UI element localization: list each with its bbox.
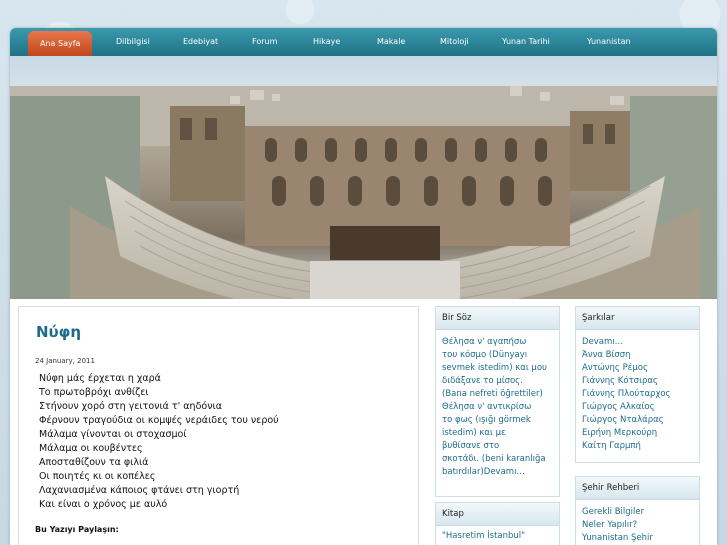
quote-line: Θέλησα ν' αγαπήσω: [442, 337, 527, 347]
poem-line: Νύφη μάς έρχεται η χαρά: [39, 373, 161, 384]
quote-line: του κόσμο (Dünyayı: [442, 350, 528, 360]
nav-item-yunan-tarihi[interactable]: Yunan Tarihi: [502, 28, 550, 56]
poem-line: Φέρνουν τραγούδια οι κομψές νεράιδες του…: [39, 415, 279, 426]
quote-devami-link[interactable]: batırdılar)Devamı…: [442, 466, 553, 479]
post-title[interactable]: Νύφη: [36, 323, 81, 341]
quote-line: istedim) και με: [442, 428, 506, 438]
guide-link[interactable]: Neler Yapılır?: [582, 519, 693, 532]
sehir-rehberi-widget: Şehir Rehberi Gerekli Bilgiler Neler Yap…: [575, 476, 700, 545]
artist-link[interactable]: Γιώργος Αλκαίος: [582, 401, 693, 414]
sehir-rehberi-title: Şehir Rehberi: [576, 477, 699, 500]
guide-link[interactable]: Yunanistan Şehir: [582, 532, 693, 545]
quote-line: βυθίσανε στο: [442, 441, 500, 451]
artist-link[interactable]: Γιάννης Πλούταρχος: [582, 388, 693, 401]
artist-link[interactable]: Ειρήνη Μερκούρη: [582, 427, 693, 440]
post-body: Νύφη μάς έρχεται η χαρά Το πρωτοβρόχι αν…: [39, 372, 279, 512]
nav-item-mitoloji[interactable]: Mitoloji: [440, 28, 469, 56]
main-navigation: Ana Sayfa Dilbilgisi Edebiyat Forum Hika…: [10, 28, 717, 56]
poem-line: Οι ποιητές κι οι κοπέλες: [39, 471, 156, 482]
bir-soz-quote: Θέλησα ν' αγαπήσω του κόσμο (Dünyayı sev…: [436, 330, 559, 485]
odeon-amphitheater-photo: [10, 56, 717, 299]
quote-line: διδάξανε το μίσος.: [442, 376, 523, 386]
post-date: 24 January, 2011: [35, 357, 95, 365]
artist-link[interactable]: Καίτη Γαρμπή: [582, 440, 693, 453]
sarkilar-title: Şarkılar: [576, 307, 699, 330]
poem-line: Και είναι ο χρόνος με αυλό: [39, 499, 168, 510]
bir-soz-title: Bir Söz: [436, 307, 559, 330]
nav-item-hikaye[interactable]: Hikaye: [313, 28, 340, 56]
poem-line: Μάλαμα οι κουβέντες: [39, 443, 143, 454]
quote-line: (Bana nefreti öğrettiler): [442, 389, 543, 399]
kitap-body: "Hasretim İstanbul": [436, 526, 559, 545]
quote-line: sevmek istedim) και μου: [442, 363, 547, 373]
share-label: Bu Yazıyı Paylaşın:: [35, 525, 119, 534]
nav-item-forum[interactable]: Forum: [252, 28, 277, 56]
sarkilar-devami-link[interactable]: Devamı…: [582, 336, 693, 349]
kitap-widget: Kitap "Hasretim İstanbul": [435, 502, 560, 545]
nav-item-yunanistan[interactable]: Yunanistan: [587, 28, 631, 56]
share-icons: [35, 538, 95, 545]
guide-link[interactable]: Gerekli Bilgiler: [582, 506, 693, 519]
poem-line: Λαχανιασμένα κάποιος φτάνει στη γιορτή: [39, 485, 240, 496]
bir-soz-widget: Bir Söz Θέλησα ν' αγαπήσω του κόσμο (Dün…: [435, 306, 560, 497]
nav-item-dilbilgisi[interactable]: Dilbilgisi: [116, 28, 150, 56]
post-article: Νύφη 24 January, 2011 Νύφη μάς έρχεται η…: [18, 306, 419, 545]
quote-line: το φως (ışığı görmek: [442, 415, 531, 425]
kitap-link[interactable]: "Hasretim İstanbul": [442, 530, 553, 543]
header-banner-image: [10, 56, 717, 299]
poem-line: Το πρωτοβρόχι ανθίζει: [39, 387, 149, 398]
poem-line: Αποσταθίζουν τα φιλιά: [39, 457, 149, 468]
nav-item-makale[interactable]: Makale: [377, 28, 405, 56]
artist-link[interactable]: Αντώνης Ρέμος: [582, 362, 693, 375]
sehir-rehberi-list: Gerekli Bilgiler Neler Yapılır? Yunanist…: [576, 500, 699, 545]
quote-line: Θέλησα ν' αντικρίσω: [442, 402, 532, 412]
kitap-title: Kitap: [436, 503, 559, 526]
poem-line: Μάλαμα γίνονται οι στοχασμοί: [39, 429, 187, 440]
artist-link[interactable]: Γιάννης Κότσιρας: [582, 375, 693, 388]
sarkilar-widget: Şarkılar Devamı… Άννα Βίσση Αντώνης Ρέμο…: [575, 306, 700, 463]
page-container: Ana Sayfa Dilbilgisi Edebiyat Forum Hika…: [10, 28, 717, 545]
artist-link[interactable]: Άννα Βίσση: [582, 349, 693, 362]
nav-item-edebiyat[interactable]: Edebiyat: [183, 28, 218, 56]
nav-item-ana-sayfa[interactable]: Ana Sayfa: [28, 31, 93, 56]
artist-link[interactable]: Γιώργος Νταλάρας: [582, 414, 693, 427]
poem-line: Στήνουν χορό στη γειτονιά τ' αηδόνια: [39, 401, 222, 412]
quote-line: σκοτάδι. (beni karanlığa: [442, 454, 546, 464]
sarkilar-list: Devamı… Άννα Βίσση Αντώνης Ρέμος Γιάννης…: [576, 330, 699, 459]
